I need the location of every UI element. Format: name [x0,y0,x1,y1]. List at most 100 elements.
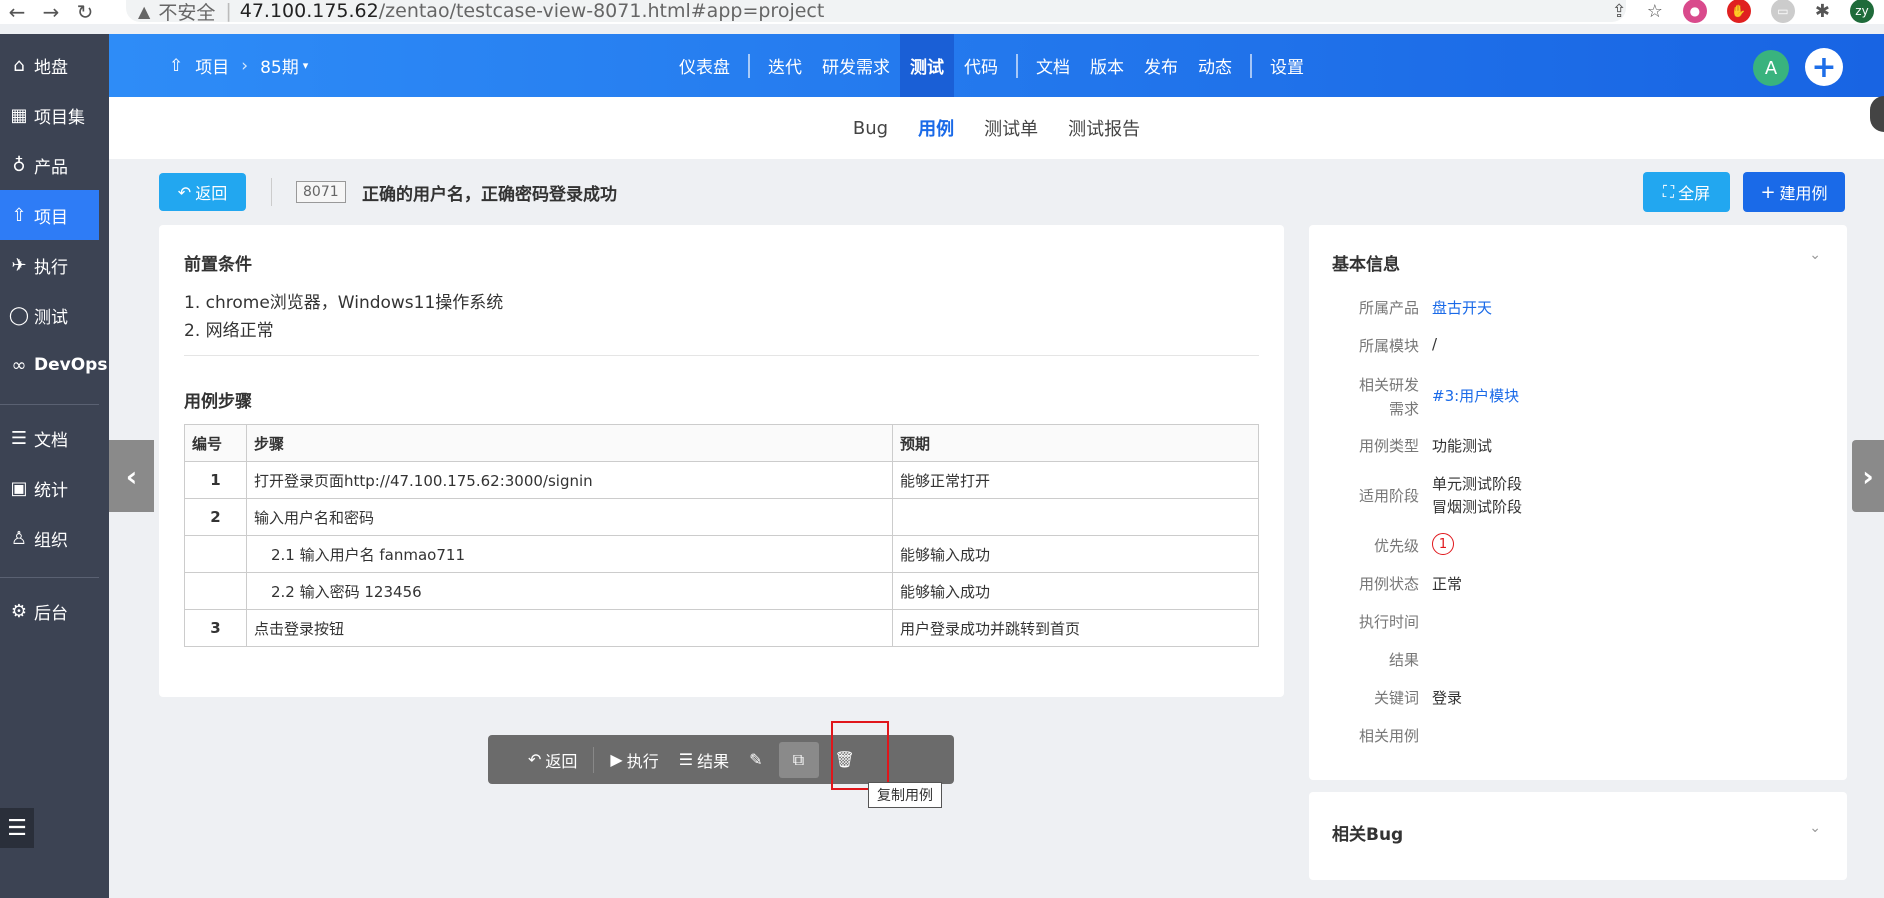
step-num: 1 [184,461,247,499]
tab-testcase[interactable]: 用例 [918,115,954,141]
basic-info-panel: 基本信息 ⌄ 所属产品 盘古开天 所属模块 / 相关研发 需求 #3:用户模块 用… [1309,225,1847,780]
back-button[interactable]: ↶ 返回 [159,173,246,211]
stage-value: 冒烟测试阶段 [1432,498,1523,516]
gear-icon: ⚙ [10,600,28,622]
breadcrumb-iteration[interactable]: 85期 [260,53,299,78]
address-bar[interactable]: ▲ 不安全 | 47.100.175.62/zentao/testcase-vi… [126,0,1626,24]
nav-settings[interactable]: 设置 [1260,34,1314,97]
nav-build[interactable]: 版本 [1080,34,1134,97]
forward-arrow-icon[interactable]: → [34,0,68,24]
nav-release[interactable]: 发布 [1134,34,1188,97]
sidebar-item-product[interactable]: ♁ 产品 [0,140,109,190]
edit-icon: ✎ [749,750,763,769]
copy-tooltip: 复制用例 [868,782,942,808]
next-case-arrow-icon[interactable]: › [1852,440,1884,512]
info-label: 执行时间 [1358,613,1419,631]
puzzle-icon[interactable]: ✱ [1815,1,1830,22]
chevron-down-icon[interactable]: ⌄ [1809,247,1821,263]
profile-avatar[interactable]: zy [1850,0,1874,23]
back-arrow-icon[interactable]: ← [0,0,34,24]
prev-case-arrow-icon[interactable]: ‹ [109,440,154,512]
sidebar: ⌂ 地盘 ▦ 项目集 ♁ 产品 ⇧ 项目 ✈ 执行 ◯ 测试 ∞ DevOps ☰ 文档 ▣ 统计… [0,34,109,898]
nav-dashboard[interactable]: 仪表盘 [669,34,740,97]
sub-nav: Bug 用例 测试单 测试报告 [109,97,1884,159]
stage-value: 单元测试阶段 [1432,475,1523,493]
top-nav: 仪表盘 迭代 研发需求 测试 代码 文档 版本 发布 动态 设置 [669,34,1314,97]
warning-icon: ▲ [138,1,151,21]
info-label: 相关用例 [1358,727,1419,745]
share-icon[interactable]: ⇪ [1612,1,1627,22]
create-case-button[interactable]: + 建用例 [1743,172,1845,212]
sidebar-item-label: 产品 [34,157,68,178]
sidebar-item-devops[interactable]: ∞ DevOps [0,340,109,390]
sidebar-item-company[interactable]: ♙ 组织 [0,513,109,563]
insecure-label: 不安全 [158,1,216,24]
info-label: 所属模块 [1358,337,1419,355]
edit-button[interactable]: ✎ [739,735,772,784]
steps-title: 用例步骤 [184,392,252,412]
rocket-icon: ⇧ [169,55,184,76]
breadcrumb-project[interactable]: 项目 [195,53,229,78]
priority-badge: 1 [1432,533,1454,555]
tab-testtask[interactable]: 测试单 [984,115,1038,141]
reload-icon[interactable]: ↻ [68,0,102,24]
sidebar-item-doc[interactable]: ☰ 文档 [0,413,109,463]
copy-case-button[interactable]: ⧉ [778,741,819,778]
nav-story[interactable]: 研发需求 [812,34,900,97]
url-path: /zentao/testcase-view-8071.html#app=proj… [378,0,825,22]
back-label: 返回 [195,184,228,203]
star-icon[interactable]: ☆ [1647,1,1663,22]
step-num: 3 [184,609,247,647]
sidebar-item-admin[interactable]: ⚙ 后台 [0,586,109,636]
nav-iteration[interactable]: 迭代 [758,34,812,97]
sidebar-item-label: 项目集 [34,107,85,128]
avatar[interactable]: A [1753,50,1789,86]
nav-doc[interactable]: 文档 [1026,34,1080,97]
info-value: / [1432,335,1438,353]
toolbar-back-button[interactable]: ↶ 返回 [518,735,587,784]
play-icon: ▶ [610,750,623,769]
chevron-down-icon[interactable]: ▾ [303,59,309,72]
fullscreen-button[interactable]: ⛶ 全屏 [1643,172,1730,212]
nav-code[interactable]: 代码 [954,34,1008,97]
global-create-button[interactable]: + [1805,48,1843,86]
scroll-handle[interactable] [1870,96,1884,132]
extension-icon[interactable]: ▭ [1770,0,1795,23]
sidebar-item-execution[interactable]: ✈ 执行 [0,240,109,290]
table-row: 2.2 输入密码 123456 能够输入成功 [184,572,1259,610]
nav-divider [1250,53,1252,78]
doc-icon: ☰ [10,427,28,449]
step-expect: 能够输入成功 [892,535,1259,573]
step-desc: 输入用户名和密码 [246,498,893,536]
url-host: 47.100.175.62 [239,0,379,22]
sidebar-item-label: 执行 [34,257,68,278]
info-value-link[interactable]: 盘古开天 [1432,297,1492,318]
sidebar-item-qa[interactable]: ◯ 测试 [0,290,109,340]
top-header: ⇧ 项目 › 85期 ▾ 仪表盘 迭代 研发需求 测试 代码 文档 版本 发布 … [109,34,1884,97]
info-label: 结果 [1388,651,1419,669]
nav-qa[interactable]: 测试 [900,34,954,97]
info-value-link[interactable]: #3:用户模块 [1432,385,1519,406]
chevron-down-icon[interactable]: ⌄ [1809,820,1821,836]
case-id-badge: 8071 [296,181,346,203]
nav-dynamic[interactable]: 动态 [1188,34,1242,97]
table-row: 2.1 输入用户名 fanmao711 能够输入成功 [184,535,1259,573]
tab-testreport[interactable]: 测试报告 [1068,115,1140,141]
results-button[interactable]: ☰ 结果 [669,735,739,784]
sidebar-item-my[interactable]: ⌂ 地盘 [0,40,109,90]
user-icon: ♙ [10,527,28,549]
sidebar-item-project[interactable]: ⇧ 项目 [0,190,99,240]
run-label: 执行 [626,751,659,771]
extension-icon[interactable]: ● [1682,0,1707,23]
menu-toggle-icon[interactable]: ☰ [0,808,34,848]
run-button[interactable]: ▶ 执行 [600,735,668,784]
sidebar-item-report[interactable]: ▣ 统计 [0,463,109,513]
tab-bug[interactable]: Bug [853,118,888,139]
step-num [184,572,247,610]
step-desc: 2.1 输入用户名 fanmao711 [246,535,893,573]
toolbar-back-label: 返回 [545,751,578,771]
info-value: 正常 [1432,575,1463,593]
adblock-icon[interactable]: ✋ [1726,0,1751,23]
precondition-line: 2. 网络正常 [184,321,274,341]
sidebar-item-program[interactable]: ▦ 项目集 [0,90,109,140]
